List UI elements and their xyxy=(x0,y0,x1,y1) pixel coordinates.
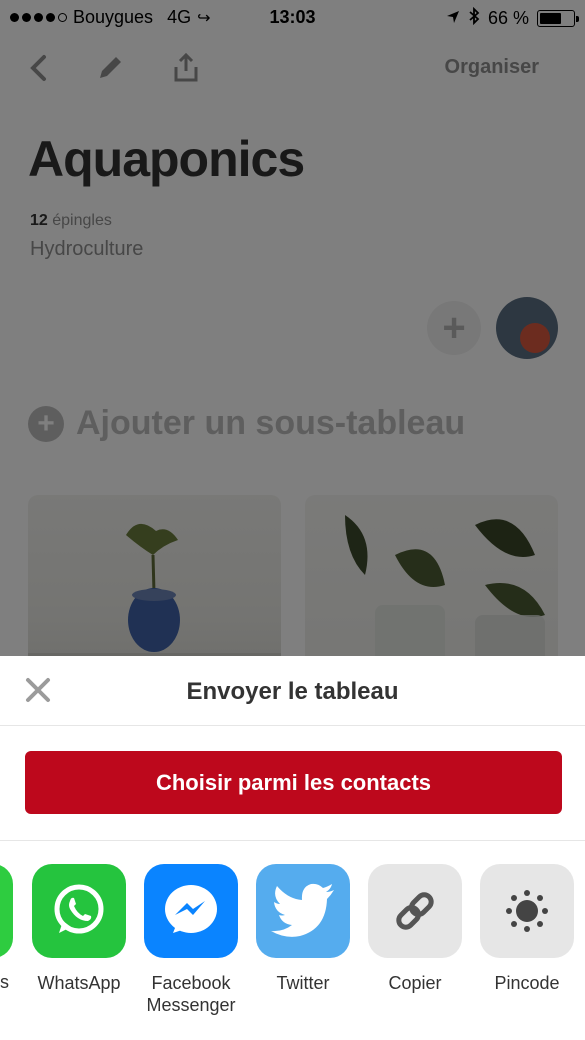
share-label-copy: Copier xyxy=(388,973,442,993)
share-copy-link[interactable]: Copier xyxy=(360,864,470,994)
share-label-whatsapp: WhatsApp xyxy=(37,973,121,993)
choose-contacts-button[interactable]: Choisir parmi les contacts xyxy=(25,751,562,814)
share-label-pincode: Pincode xyxy=(494,973,560,993)
share-apps-row: WhatsApp Facebook Messenger Twitter Copi… xyxy=(0,864,585,1034)
whatsapp-icon xyxy=(32,864,126,958)
pincode-icon xyxy=(480,864,574,958)
sheet-title: Envoyer le tableau xyxy=(186,678,399,705)
share-whatsapp[interactable]: WhatsApp xyxy=(24,864,134,994)
share-messenger[interactable]: Facebook Messenger xyxy=(136,864,246,1016)
twitter-icon xyxy=(256,864,350,958)
share-twitter[interactable]: Twitter xyxy=(248,864,358,994)
messenger-icon xyxy=(144,864,238,958)
dim-overlay[interactable] xyxy=(0,0,585,656)
link-icon xyxy=(368,864,462,958)
share-label-twitter: Twitter xyxy=(276,973,330,993)
share-pincode[interactable]: Pincode xyxy=(472,864,582,994)
share-label-messenger: Facebook Messenger xyxy=(146,973,236,1015)
share-sheet: Envoyer le tableau Choisir parmi les con… xyxy=(0,656,585,1040)
sheet-divider xyxy=(0,840,585,841)
sheet-header: Envoyer le tableau xyxy=(0,656,585,726)
